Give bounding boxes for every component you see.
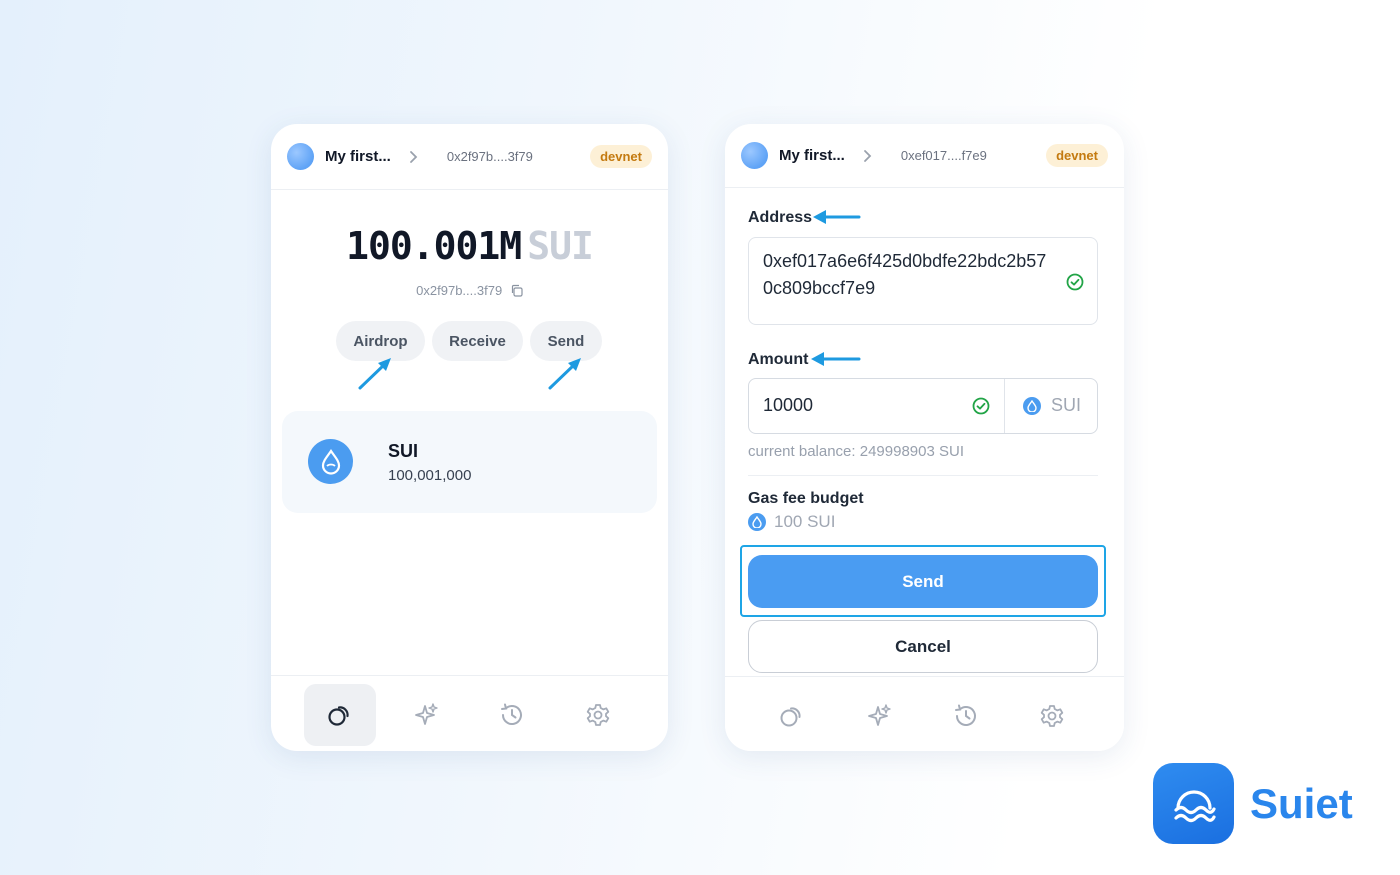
- divider: [1004, 379, 1005, 433]
- send-button[interactable]: Send: [748, 555, 1098, 608]
- avatar[interactable]: [741, 142, 768, 169]
- sui-logo-icon: [308, 439, 353, 484]
- history-icon: [501, 703, 522, 725]
- send-button[interactable]: Send: [530, 321, 602, 361]
- amount-label: Amount: [748, 351, 809, 368]
- nav-discover[interactable]: [390, 684, 462, 746]
- chevron-right-icon[interactable]: [861, 149, 875, 163]
- divider: [748, 475, 1098, 476]
- cancel-button[interactable]: Cancel: [748, 620, 1098, 673]
- token-name: SUI: [388, 441, 419, 461]
- balance-amount: 100.001M: [346, 224, 522, 268]
- current-balance: current balance: 249998903 SUI: [748, 443, 964, 460]
- bottom-nav: [271, 675, 668, 751]
- token-card-sui[interactable]: SUI 100,001,000: [282, 411, 657, 513]
- wallet-address-text: 0x2f97b....3f79: [416, 283, 503, 298]
- gas-fee-value: 100 SUI: [748, 512, 835, 532]
- arrow-annotation-icon: [811, 352, 861, 366]
- arrow-annotation-icon: [548, 358, 581, 390]
- balance-display: 100.001M SUI: [271, 224, 668, 268]
- chevron-right-icon[interactable]: [407, 150, 421, 164]
- suiet-logo-icon: [1153, 763, 1234, 844]
- wallet-home-panel: My first... 0x2f97b....3f79 devnet 100.0…: [271, 124, 668, 751]
- address-label: Address: [748, 209, 813, 226]
- nav-settings[interactable]: [1016, 685, 1088, 747]
- history-icon: [955, 704, 976, 726]
- sparkles-icon: [868, 704, 891, 726]
- arrow-annotation-icon: [358, 358, 391, 390]
- network-badge[interactable]: devnet: [1046, 144, 1108, 167]
- airdrop-button[interactable]: Airdrop: [336, 321, 425, 361]
- address-input[interactable]: 0xef017a6e6f425d0bdfe22bdc2b570c809bccf7…: [748, 237, 1098, 325]
- wallet-address[interactable]: 0x2f97b....3f79: [271, 283, 668, 298]
- sparkles-icon: [415, 703, 438, 725]
- coin-selector[interactable]: SUI: [1023, 395, 1081, 416]
- nav-history[interactable]: [476, 684, 548, 746]
- wallet-name[interactable]: My first...: [325, 148, 391, 165]
- arrow-annotation-icon: [813, 210, 861, 224]
- brand-name: Suiet: [1250, 780, 1353, 827]
- gas-fee-amount: 100 SUI: [774, 512, 836, 531]
- check-circle-icon: [972, 397, 990, 415]
- wallet-name[interactable]: My first...: [779, 147, 845, 164]
- token-amount: 100,001,000: [388, 467, 472, 484]
- copy-icon[interactable]: [510, 284, 523, 297]
- nav-settings[interactable]: [562, 684, 634, 746]
- avatar[interactable]: [287, 143, 314, 170]
- receive-button[interactable]: Receive: [432, 321, 523, 361]
- nav-history[interactable]: [930, 685, 1002, 747]
- coins-icon: [780, 707, 801, 727]
- wallet-header: My first... 0x2f97b....3f79 devnet: [271, 124, 668, 190]
- network-badge[interactable]: devnet: [590, 145, 652, 168]
- coin-symbol: SUI: [1051, 395, 1082, 415]
- header-address[interactable]: 0x2f97b....3f79: [447, 149, 533, 164]
- bottom-nav: [725, 676, 1124, 751]
- gas-fee-label: Gas fee budget: [748, 490, 864, 507]
- balance-unit: SUI: [527, 224, 594, 268]
- sui-logo-icon: [748, 513, 766, 531]
- settings-icon: [1040, 705, 1064, 727]
- header-address[interactable]: 0xef017....f7e9: [901, 148, 987, 163]
- nav-coins[interactable]: [304, 684, 376, 746]
- nav-discover[interactable]: [843, 685, 915, 747]
- address-input-value: 0xef017a6e6f425d0bdfe22bdc2b570c809bccf7…: [763, 251, 1047, 298]
- coins-icon: [328, 706, 349, 726]
- nav-coins[interactable]: [756, 685, 828, 747]
- send-form-panel: My first... 0xef017....f7e9 devnet Addre…: [725, 124, 1124, 751]
- amount-input[interactable]: 10000 SUI: [748, 378, 1098, 434]
- sui-logo-icon: [1023, 396, 1041, 415]
- send-button-highlight: Send: [740, 545, 1106, 617]
- check-circle-icon: [1066, 273, 1084, 291]
- wallet-header: My first... 0xef017....f7e9 devnet: [725, 124, 1124, 188]
- settings-icon: [586, 704, 610, 726]
- amount-input-value: 10000: [763, 395, 814, 415]
